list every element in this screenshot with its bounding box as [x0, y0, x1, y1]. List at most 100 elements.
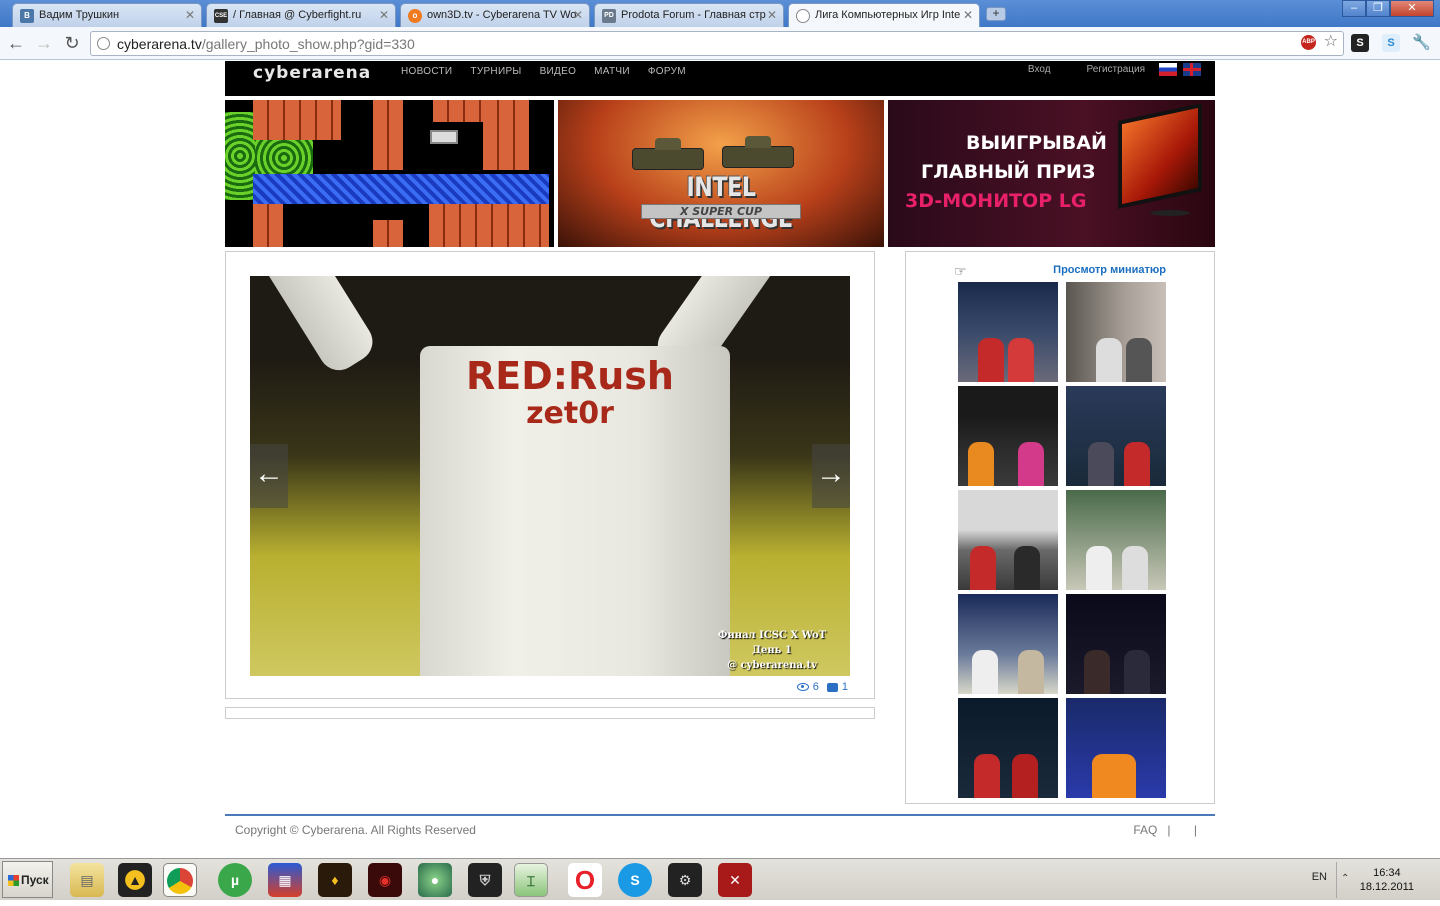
bookmark-star-icon[interactable]: ☆: [1324, 31, 1338, 51]
wrench-icon[interactable]: 🔧: [1412, 34, 1431, 52]
tab-title: / Главная @ Cyberfight.ru: [233, 9, 362, 21]
close-tab-icon[interactable]: ✕: [963, 8, 973, 22]
aimp-icon[interactable]: ▲: [118, 863, 152, 897]
s-extension-icon[interactable]: S: [1351, 34, 1369, 52]
language-indicator[interactable]: EN: [1312, 871, 1327, 883]
dota-icon[interactable]: ✕: [718, 863, 752, 897]
thumbnail-1[interactable]: [958, 282, 1058, 382]
site-logo[interactable]: cyberarena: [253, 63, 371, 83]
skype-extension-icon[interactable]: S: [1382, 34, 1400, 52]
cse-favicon-icon: CSE: [214, 9, 228, 23]
adblock-icon[interactable]: ABP: [1301, 35, 1316, 50]
thumb-figure: [1014, 546, 1040, 590]
lg-banner-line2: ГЛАВНЫЙ ПРИЗ: [921, 161, 1096, 183]
thumbnail-6[interactable]: [1066, 490, 1166, 590]
nav-matches[interactable]: МАТЧИ: [594, 66, 630, 77]
tab-title: Prodota Forum - Главная стр: [621, 9, 766, 21]
thumbnail-4[interactable]: [1066, 386, 1166, 486]
network-app-icon[interactable]: ⌶: [514, 863, 548, 897]
show-hidden-icons-icon[interactable]: ⌃: [1341, 873, 1349, 884]
chrome-logo: [167, 868, 193, 894]
system-tray: ⌃ 16:34 18.12.2011: [1336, 862, 1440, 898]
thumbnail-3[interactable]: [958, 386, 1058, 486]
reload-icon[interactable]: ↻: [62, 33, 82, 53]
auth-links: Вход Регистрация: [992, 64, 1145, 75]
close-tab-icon[interactable]: ✕: [185, 8, 195, 22]
browser-tab-vk[interactable]: B Вадим Трушкин ✕: [12, 3, 202, 27]
globe-favicon-icon: [796, 9, 810, 23]
thumb-figure: [1092, 754, 1136, 798]
clock[interactable]: 16:34 18.12.2011: [1360, 866, 1414, 894]
lg-monitor-banner[interactable]: ВЫИГРЫВАЙ ГЛАВНЫЙ ПРИЗ 3D-МОНИТОР LG: [888, 100, 1215, 247]
thumb-figure: [1124, 650, 1150, 694]
steel-tile: [430, 130, 458, 144]
opera-icon[interactable]: O: [568, 863, 602, 897]
address-bar[interactable]: cyberarena.tv/gallery_photo_show.php?gid…: [90, 31, 1344, 56]
new-tab-button[interactable]: +: [986, 7, 1006, 21]
register-link[interactable]: Регистрация: [1087, 64, 1145, 75]
eye-icon: [796, 683, 809, 691]
intel-challenge-banner[interactable]: INTEL CHALLENGE X SUPER CUP: [558, 100, 884, 247]
chrome-icon[interactable]: [163, 863, 197, 897]
nav-news[interactable]: НОВОСТИ: [401, 66, 452, 77]
explorer-folder-icon[interactable]: ▤: [70, 863, 104, 897]
games-app-icon[interactable]: ▦: [268, 863, 302, 897]
thumbnail-grid: [958, 282, 1168, 798]
browser-tab-own3d[interactable]: o own3D.tv - Cyberarena TV Wo ✕: [400, 3, 590, 27]
previous-photo-button[interactable]: ←: [250, 444, 288, 508]
close-tab-icon[interactable]: ✕: [767, 8, 777, 22]
steam-icon[interactable]: ⚙: [668, 863, 702, 897]
thumbnail-8[interactable]: [1066, 594, 1166, 694]
thumb-figure: [1008, 338, 1034, 382]
thumb-figure: [1096, 338, 1122, 382]
minimize-icon[interactable]: –: [1342, 0, 1366, 17]
world-of-tanks-icon[interactable]: ⛨: [468, 863, 502, 897]
window-controls: – ❐ ✕: [1342, 0, 1434, 18]
uk-flag-icon[interactable]: [1183, 63, 1201, 76]
thumbnail-9[interactable]: [958, 698, 1058, 798]
bush-tile: [225, 112, 255, 200]
tank-right: [722, 136, 794, 168]
login-link[interactable]: Вход: [1028, 64, 1051, 75]
globe-app-icon[interactable]: ●: [418, 863, 452, 897]
restore-icon[interactable]: ❐: [1366, 0, 1390, 17]
thumbnails-view-link[interactable]: Просмотр миниатюр: [1053, 264, 1166, 276]
browser-tab-cyberfight[interactable]: CSE / Главная @ Cyberfight.ru ✕: [206, 3, 396, 27]
forward-arrow-icon[interactable]: →: [34, 33, 54, 53]
start-button[interactable]: Пуск: [2, 861, 53, 898]
thumb-figure: [1084, 650, 1110, 694]
comments-count[interactable]: 1: [842, 681, 848, 693]
next-photo-button[interactable]: →: [812, 444, 850, 508]
banner-row: INTEL CHALLENGE X SUPER CUP ВЫИГРЫВАЙ ГЛ…: [225, 100, 1215, 247]
browser-tab-prodota[interactable]: PD Prodota Forum - Главная стр ✕: [594, 3, 784, 27]
windows-taskbar: Пуск ▤ ▲ µ ▦ ♦ ◉ ● ⛨ ⌶ O S ⚙ ✕ EN ⌃ 16:3…: [0, 858, 1440, 900]
nav-forum[interactable]: ФОРУМ: [648, 66, 686, 77]
thumb-figure: [1012, 754, 1038, 798]
thumbnail-2[interactable]: [1066, 282, 1166, 382]
nav-video[interactable]: ВИДЕО: [540, 66, 577, 77]
nav-tournaments[interactable]: ТУРНИРЫ: [470, 66, 521, 77]
lg-banner-line1: ВЫИГРЫВАЙ: [966, 132, 1107, 154]
thumbnail-10[interactable]: [1066, 698, 1166, 798]
back-arrow-icon[interactable]: ←: [6, 33, 26, 53]
skype-icon[interactable]: S: [618, 863, 652, 897]
brick-tile: [253, 204, 283, 247]
close-tab-icon[interactable]: ✕: [573, 8, 583, 22]
browser-tab-cyberarena[interactable]: Лига Компьютерных Игр Inte ✕: [788, 3, 980, 28]
close-tab-icon[interactable]: ✕: [379, 8, 389, 22]
photo-panel: RED:Rush zet0r ← → Финал ICSC X WoT День…: [225, 251, 875, 699]
close-window-icon[interactable]: ✕: [1390, 0, 1434, 17]
gallery-photo[interactable]: RED:Rush zet0r ← → Финал ICSC X WoT День…: [250, 276, 850, 676]
site-header: cyberarena НОВОСТИ ТУРНИРЫ ВИДЕО МАТЧИ Ф…: [225, 61, 1215, 96]
russian-flag-icon[interactable]: [1159, 63, 1177, 76]
utorrent-icon[interactable]: µ: [218, 863, 252, 897]
clock-date: 18.12.2011: [1359, 881, 1414, 893]
thumbnail-5[interactable]: [958, 490, 1058, 590]
garena-icon[interactable]: ◉: [368, 863, 402, 897]
battle-city-banner[interactable]: [225, 100, 554, 247]
shield-game-icon[interactable]: ♦: [318, 863, 352, 897]
footer-separator: |: [1167, 823, 1171, 837]
page-info-icon[interactable]: [97, 37, 110, 50]
faq-link[interactable]: FAQ: [1133, 823, 1157, 837]
thumbnail-7[interactable]: [958, 594, 1058, 694]
